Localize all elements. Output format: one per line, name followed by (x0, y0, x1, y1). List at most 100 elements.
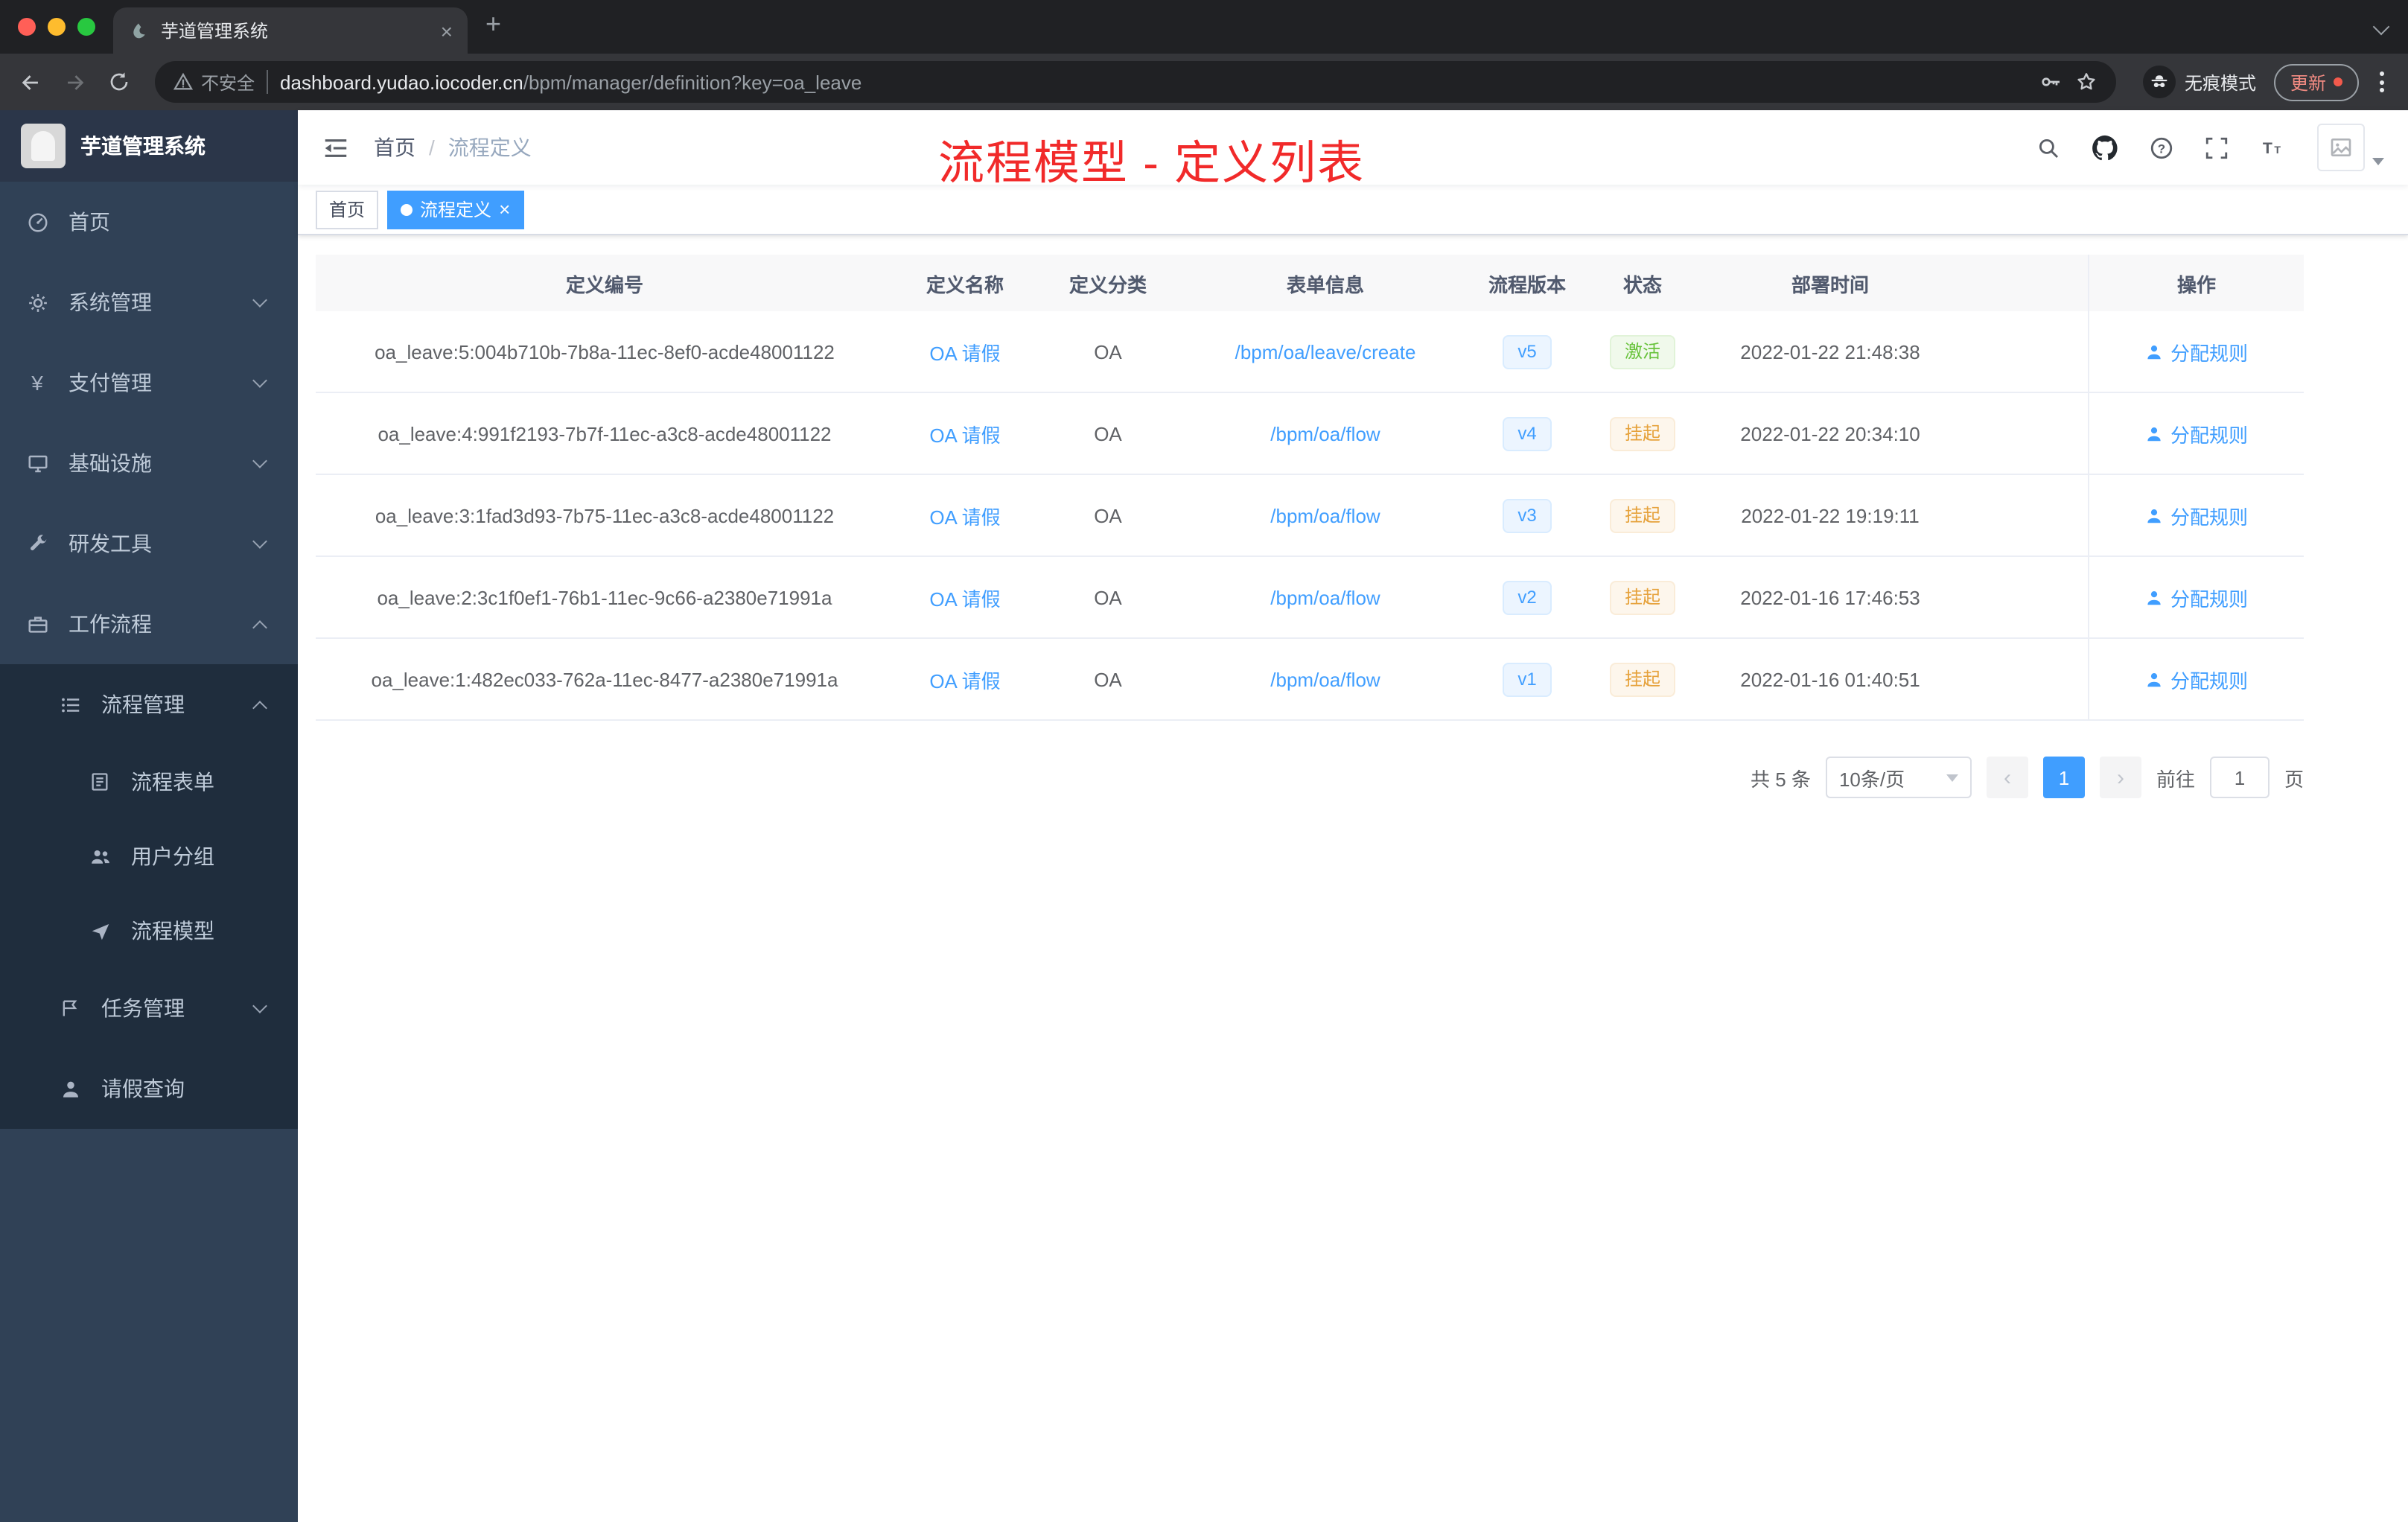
page-content: 定义编号 定义名称 定义分类 表单信息 流程版本 状态 部署时间 操作 oa_l… (298, 235, 2408, 1522)
window-controls (18, 18, 95, 36)
status-tag: 挂起 (1609, 662, 1675, 696)
page-size-select[interactable]: 10条/页 (1825, 757, 1972, 798)
incognito-spy-icon (2151, 75, 2167, 88)
sidebar-item-label: 工作流程 (69, 612, 152, 636)
tag-process-definition[interactable]: 流程定义 × (387, 190, 524, 229)
browser-tab[interactable]: 芋道管理系统 × (113, 7, 468, 54)
sidebar-item-infrastructure[interactable]: 基础设施 (0, 423, 298, 503)
forward-button[interactable] (57, 64, 92, 100)
pagination-total: 共 5 条 (1751, 768, 1811, 790)
sidebar-item-label: 用户分组 (131, 844, 214, 868)
reload-button[interactable] (101, 64, 137, 100)
sidebar-item-process-management[interactable]: 流程管理 (0, 664, 298, 745)
page-unit-label: 页 (2284, 768, 2304, 790)
svg-text:T: T (2263, 138, 2272, 156)
app-title: 芋道管理系统 (80, 134, 206, 158)
definition-name-link[interactable]: OA 请假 (929, 342, 1000, 364)
browser-menu-button[interactable] (2368, 71, 2396, 92)
list-icon (57, 693, 83, 716)
user-menu[interactable] (2317, 124, 2384, 171)
table-row: oa_leave:5:004b710b-7b8a-11ec-8ef0-acde4… (316, 311, 2304, 393)
password-key-icon[interactable] (2039, 70, 2063, 94)
definition-name-link[interactable]: OA 请假 (929, 669, 1000, 692)
tag-close-icon[interactable]: × (499, 200, 510, 219)
form-link[interactable]: /bpm/oa/flow (1270, 668, 1380, 690)
tab-list-caret-icon[interactable] (2372, 18, 2390, 36)
warning-triangle-icon (173, 72, 194, 90)
tag-home[interactable]: 首页 (316, 190, 379, 229)
next-page-button[interactable]: › (2099, 757, 2141, 798)
app-window: 芋道管理系统 首页 系统管理 ¥ 支付管理 基础设施 研发工具 工作流程 流程管… (0, 110, 2408, 1522)
sidebar-item-task-management[interactable]: 任务管理 (0, 968, 298, 1048)
new-tab-button[interactable]: + (485, 10, 501, 37)
sidebar-item-label: 系统管理 (69, 290, 152, 314)
assign-person-icon (2148, 590, 2162, 605)
sidebar-fold-button[interactable] (322, 133, 350, 162)
form-link[interactable]: /bpm/oa/leave/create (1235, 340, 1416, 363)
goto-label: 前往 (2156, 768, 2195, 790)
sidebar-logo[interactable]: 芋道管理系统 (0, 110, 298, 182)
cell-category: OA (1094, 504, 1122, 526)
security-indicator[interactable]: 不安全 (173, 69, 255, 95)
flag-icon (57, 998, 83, 1019)
sidebar-item-payment-management[interactable]: ¥ 支付管理 (0, 343, 298, 423)
browser-tab-bar: 芋道管理系统 × + (0, 0, 2408, 54)
cell-category: OA (1094, 586, 1122, 608)
definition-name-link[interactable]: OA 请假 (929, 424, 1000, 446)
url-domain: dashboard.yudao.iocoder.cn (280, 71, 523, 93)
version-tag: v3 (1503, 498, 1552, 532)
url-text[interactable]: dashboard.yudao.iocoder.cn/bpm/manager/d… (280, 71, 2027, 93)
prev-page-button[interactable]: ‹ (1986, 757, 2028, 798)
chrome-update-button[interactable]: 更新 (2273, 63, 2359, 101)
cell-definition-id: oa_leave:5:004b710b-7b8a-11ec-8ef0-acde4… (375, 340, 835, 363)
assign-rule-link[interactable]: 分配规则 (2170, 501, 2248, 529)
active-dot-icon (401, 203, 413, 215)
sidebar-item-user-group[interactable]: 用户分组 (0, 819, 298, 894)
back-button[interactable] (12, 64, 48, 100)
logo-avatar-image (21, 124, 66, 168)
sidebar-item-system-management[interactable]: 系统管理 (0, 262, 298, 343)
github-icon[interactable] (2091, 133, 2119, 162)
bookmark-star-icon[interactable] (2074, 70, 2098, 94)
sidebar: 芋道管理系统 首页 系统管理 ¥ 支付管理 基础设施 研发工具 工作流程 流程管… (0, 110, 298, 1522)
assign-person-icon (2148, 509, 2162, 523)
breadcrumb-home[interactable]: 首页 (374, 133, 415, 162)
assign-rule-link[interactable]: 分配规则 (2170, 583, 2248, 611)
broken-image-icon (2331, 138, 2351, 156)
minimize-window-button[interactable] (48, 18, 66, 36)
assign-rule-link[interactable]: 分配规则 (2170, 419, 2248, 448)
sidebar-item-label: 流程表单 (131, 770, 214, 794)
sidebar-item-dev-tools[interactable]: 研发工具 (0, 503, 298, 584)
help-icon[interactable]: ? (2149, 135, 2174, 160)
goto-page-input[interactable] (2209, 757, 2270, 798)
maximize-window-button[interactable] (77, 18, 95, 36)
close-window-button[interactable] (18, 18, 36, 36)
fullscreen-icon[interactable] (2204, 135, 2229, 160)
tab-close-icon[interactable]: × (441, 19, 453, 42)
cell-definition-id: oa_leave:1:482ec033-762a-11ec-8477-a2380… (371, 668, 838, 690)
assign-rule-link[interactable]: 分配规则 (2170, 665, 2248, 693)
current-page-button[interactable]: 1 (2042, 757, 2085, 798)
assign-person-icon (2148, 672, 2162, 687)
security-label: 不安全 (201, 72, 255, 93)
form-link[interactable]: /bpm/oa/flow (1270, 504, 1380, 526)
definition-table: 定义编号 定义名称 定义分类 表单信息 流程版本 状态 部署时间 操作 oa_l… (316, 255, 2408, 721)
search-icon[interactable] (2036, 135, 2061, 160)
form-link[interactable]: /bpm/oa/flow (1270, 422, 1380, 445)
sidebar-item-process-model[interactable]: 流程模型 (0, 894, 298, 968)
form-link[interactable]: /bpm/oa/flow (1270, 586, 1380, 608)
definition-name-link[interactable]: OA 请假 (929, 588, 1000, 610)
assign-rule-link[interactable]: 分配规则 (2170, 337, 2248, 366)
assign-person-icon (2148, 345, 2162, 359)
version-tag: v2 (1503, 580, 1552, 614)
col-definition-name: 定义名称 (926, 273, 1004, 296)
sidebar-item-workflow[interactable]: 工作流程 (0, 584, 298, 664)
table-row: oa_leave:2:3c1f0ef1-76b1-11ec-9c66-a2380… (316, 557, 2304, 639)
cell-definition-id: oa_leave:3:1fad3d93-7b75-11ec-a3c8-acde4… (375, 504, 835, 526)
sidebar-item-process-form[interactable]: 流程表单 (0, 745, 298, 819)
address-bar[interactable]: 不安全 dashboard.yudao.iocoder.cn/bpm/manag… (155, 61, 2116, 103)
font-size-icon[interactable]: TT (2259, 135, 2287, 160)
definition-name-link[interactable]: OA 请假 (929, 506, 1000, 528)
sidebar-item-home[interactable]: 首页 (0, 182, 298, 262)
sidebar-item-leave-query[interactable]: 请假查询 (0, 1048, 298, 1129)
